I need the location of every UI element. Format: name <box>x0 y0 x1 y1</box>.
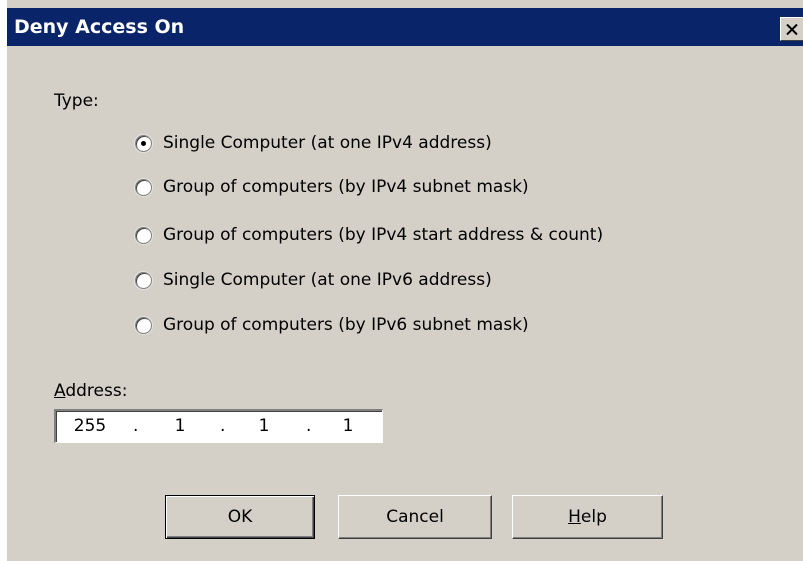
radio-single-ipv6[interactable]: Single Computer (at one IPv6 address) <box>135 270 492 290</box>
radio-button-selected[interactable] <box>135 134 152 152</box>
ip-octet-4[interactable]: 1 <box>324 411 372 442</box>
address-label-mnemonic: A <box>54 381 66 401</box>
ok-button[interactable]: OK <box>165 495 315 539</box>
radio-button[interactable] <box>135 316 152 334</box>
radio-label-group-ipv4-range: Group of computers (by IPv4 start addres… <box>163 225 604 245</box>
type-label: Type: <box>54 91 99 111</box>
radio-group-ipv4-subnet[interactable]: Group of computers (by IPv4 subnet mask) <box>135 177 529 197</box>
radio-single-ipv4[interactable]: Single Computer (at one IPv4 address) <box>135 133 492 153</box>
radio-label-single-ipv4: Single Computer (at one IPv4 address) <box>163 133 492 153</box>
radio-label-group-ipv6-subnet: Group of computers (by IPv6 subnet mask) <box>163 315 529 335</box>
close-icon <box>786 23 798 35</box>
ip-octet-3[interactable]: 1 <box>240 411 288 442</box>
ip-octet-1[interactable]: 255 <box>62 411 118 442</box>
radio-group-ipv4-range[interactable]: Group of computers (by IPv4 start addres… <box>135 225 603 245</box>
close-button[interactable] <box>780 17 803 41</box>
ip-octet-2[interactable]: 1 <box>156 411 204 442</box>
help-label: elp <box>580 507 607 527</box>
address-label: Address: <box>54 381 127 401</box>
radio-label-group-ipv4-subnet: Group of computers (by IPv4 subnet mask) <box>163 177 529 197</box>
cancel-button[interactable]: Cancel <box>338 495 492 539</box>
ip-separator: . <box>220 416 226 436</box>
help-button[interactable]: Help <box>512 495 663 539</box>
radio-button[interactable] <box>135 271 152 289</box>
help-mnemonic: H <box>568 507 581 527</box>
ip-separator: . <box>306 416 312 436</box>
ip-separator: . <box>133 416 139 436</box>
radio-button[interactable] <box>135 178 152 196</box>
radio-button[interactable] <box>135 226 152 244</box>
ip-address-input[interactable]: 255 . 1 . 1 . 1 <box>54 409 383 443</box>
deny-access-dialog: Deny Access On Type: Single Computer (at… <box>6 0 803 561</box>
dialog-title: Deny Access On <box>14 16 185 38</box>
title-bar[interactable]: Deny Access On <box>7 8 803 46</box>
address-label-text: ddress: <box>65 381 128 401</box>
radio-label-single-ipv6: Single Computer (at one IPv6 address) <box>163 270 492 290</box>
radio-group-ipv6-subnet[interactable]: Group of computers (by IPv6 subnet mask) <box>135 315 529 335</box>
